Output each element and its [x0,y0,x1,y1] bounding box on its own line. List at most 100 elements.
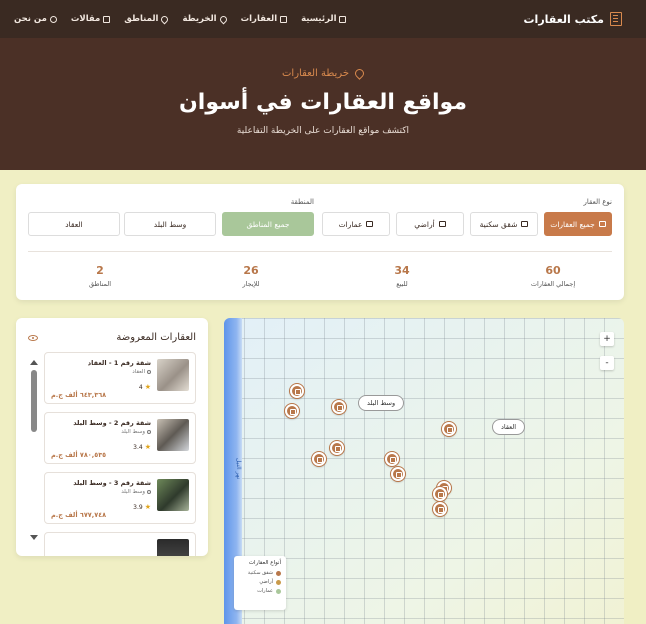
filter-label: أراضي [414,219,435,229]
nav-link-properties[interactable]: العقارات [241,14,288,24]
nav-link-home[interactable]: الرئيسية [301,14,347,24]
landmark-icon [438,221,446,227]
scroll-down-arrow[interactable] [30,535,38,540]
property-name: شقة رقم 1 - العقاد [87,359,151,367]
scroll-thumb[interactable] [31,370,37,432]
map-pin-icon [353,67,366,80]
legend-title: أنواع العقارات [248,560,281,566]
property-marker[interactable] [312,452,326,466]
property-price: ٧٨٠,٥٣٥ ألف ج.م [51,451,107,459]
legend-label: أراضي [259,579,273,585]
eye-icon [28,334,38,341]
property-name: شقة رقم 2 - وسط البلد [73,419,151,427]
stat-label: إجمالي العقارات [530,280,576,288]
nav-link-map[interactable]: الخريطة [182,14,229,24]
properties-panel: العقارات المعروضة شقة رقم 1 - العقاد الع… [16,318,208,556]
property-map[interactable]: نهر النيل + - وسط البلد العقاد أنواع الع… [224,318,624,624]
property-price: ٦٧٧,٧٤٨ ألف ج.م [51,511,107,519]
stat-value: 26 [243,264,259,277]
property-marker[interactable] [433,487,447,501]
building-icon [366,221,374,227]
stat-areas: 2 المناطق [45,264,155,288]
filter-area-all[interactable]: جميع المناطق [222,212,314,236]
filter-label: جميع العقارات [550,219,595,229]
page-title: مواقع العقارات في أسوان [179,90,467,115]
stat-value: 34 [394,264,410,277]
property-location-text: وسط البلد [121,489,145,495]
brand[interactable]: مكتب العقارات [523,12,622,26]
property-marker[interactable] [330,441,344,455]
nav-link-about[interactable]: من نحن [14,14,57,24]
property-rating: ★ 4 [139,383,151,391]
property-rating: ★ 3.4 [133,443,151,451]
filter-area-akkad[interactable]: العقاد [28,212,120,236]
property-rating-value: 3.9 [133,503,143,511]
zoom-in-button[interactable]: + [600,332,614,346]
filter-type-all[interactable]: جميع العقارات [544,212,612,236]
property-rating-value: 3.4 [133,443,143,451]
scroll-up-arrow[interactable] [30,360,38,365]
legend-label: شقق سكنية [247,570,273,576]
filter-type-lands[interactable]: أراضي [396,212,464,236]
property-card[interactable]: شقة رقم 2 - وسط البلد وسط البلد ★ 3.4 ٧٨٠… [44,412,196,464]
property-location: وسط البلد [121,429,151,435]
nav-link-articles[interactable]: مقالات [70,14,111,24]
property-thumbnail [157,359,189,391]
nav-link-label: الرئيسية [301,14,337,24]
area-filter-label: المنطقة [290,198,314,206]
star-icon: ★ [144,443,151,451]
scrollbar[interactable] [30,360,38,540]
hero: خريطة العقارات مواقع العقارات في أسوان ا… [0,38,646,170]
nav-link-areas[interactable]: المناطق [124,14,170,24]
property-rating: ★ 3.9 [133,503,151,511]
nav-link-label: من نحن [14,14,47,24]
building-icon [610,12,622,26]
legend-label: عمارات [257,588,273,594]
property-marker[interactable] [385,452,399,466]
property-name: شقة رقم 3 - وسط البلد [73,479,151,487]
property-price: ٦٤٣,٣٦٨ ألف ج.م [51,391,107,399]
type-filter-label: نوع العقار [583,198,612,206]
properties-title-text: العقارات المعروضة [116,332,196,343]
divider [28,251,612,252]
filter-label: شقق سكنية [479,219,518,229]
stat-label: للبيع [396,280,408,288]
star-icon: ★ [144,503,151,511]
hero-description: اكتشف مواقع العقارات على الخريطة التفاعل… [236,126,410,136]
property-thumbnail [157,419,189,451]
property-location-text: وسط البلد [121,429,145,435]
users-icon [49,15,57,23]
filter-type-apartments[interactable]: شقق سكنية [470,212,538,236]
legend-row: أراضي [239,579,281,585]
property-marker[interactable] [285,404,299,418]
property-marker[interactable] [442,422,456,436]
navbar: مكتب العقارات الرئيسية العقارات الخريطة … [0,0,646,38]
river-label: نهر النيل [235,458,242,480]
zoom-out-button[interactable]: - [600,356,614,370]
star-icon: ★ [144,383,151,391]
legend-dot [276,588,281,594]
home-icon [339,15,347,23]
legend-dot [276,579,281,585]
map-label-downtown[interactable]: وسط البلد [358,395,405,411]
properties-panel-title: العقارات المعروضة [28,332,196,343]
legend-row: شقق سكنية [239,570,281,576]
nav-link-label: مقالات [70,14,101,24]
legend-dot [276,570,281,576]
brand-name: مكتب العقارات [523,12,605,26]
property-marker[interactable] [332,400,346,414]
property-marker[interactable] [391,467,405,481]
property-marker[interactable] [290,384,304,398]
building-icon [280,15,288,23]
property-card[interactable]: شقة رقم 1 - العقاد العقاد ★ 4 ٦٤٣,٣٦٨ ألف… [44,352,196,404]
document-icon [103,15,111,23]
filter-area-downtown[interactable]: وسط البلد [124,212,216,236]
property-rating-value: 4 [138,383,143,391]
home-icon [598,221,606,227]
property-card[interactable]: شقة رقم 3 - وسط البلد وسط البلد ★ 3.9 ٦٧٧… [44,472,196,524]
location-icon [147,430,151,434]
property-marker[interactable] [433,502,447,516]
property-card[interactable] [44,532,196,556]
map-label-akkad[interactable]: العقاد [492,419,526,435]
filter-type-buildings[interactable]: عمارات [322,212,390,236]
